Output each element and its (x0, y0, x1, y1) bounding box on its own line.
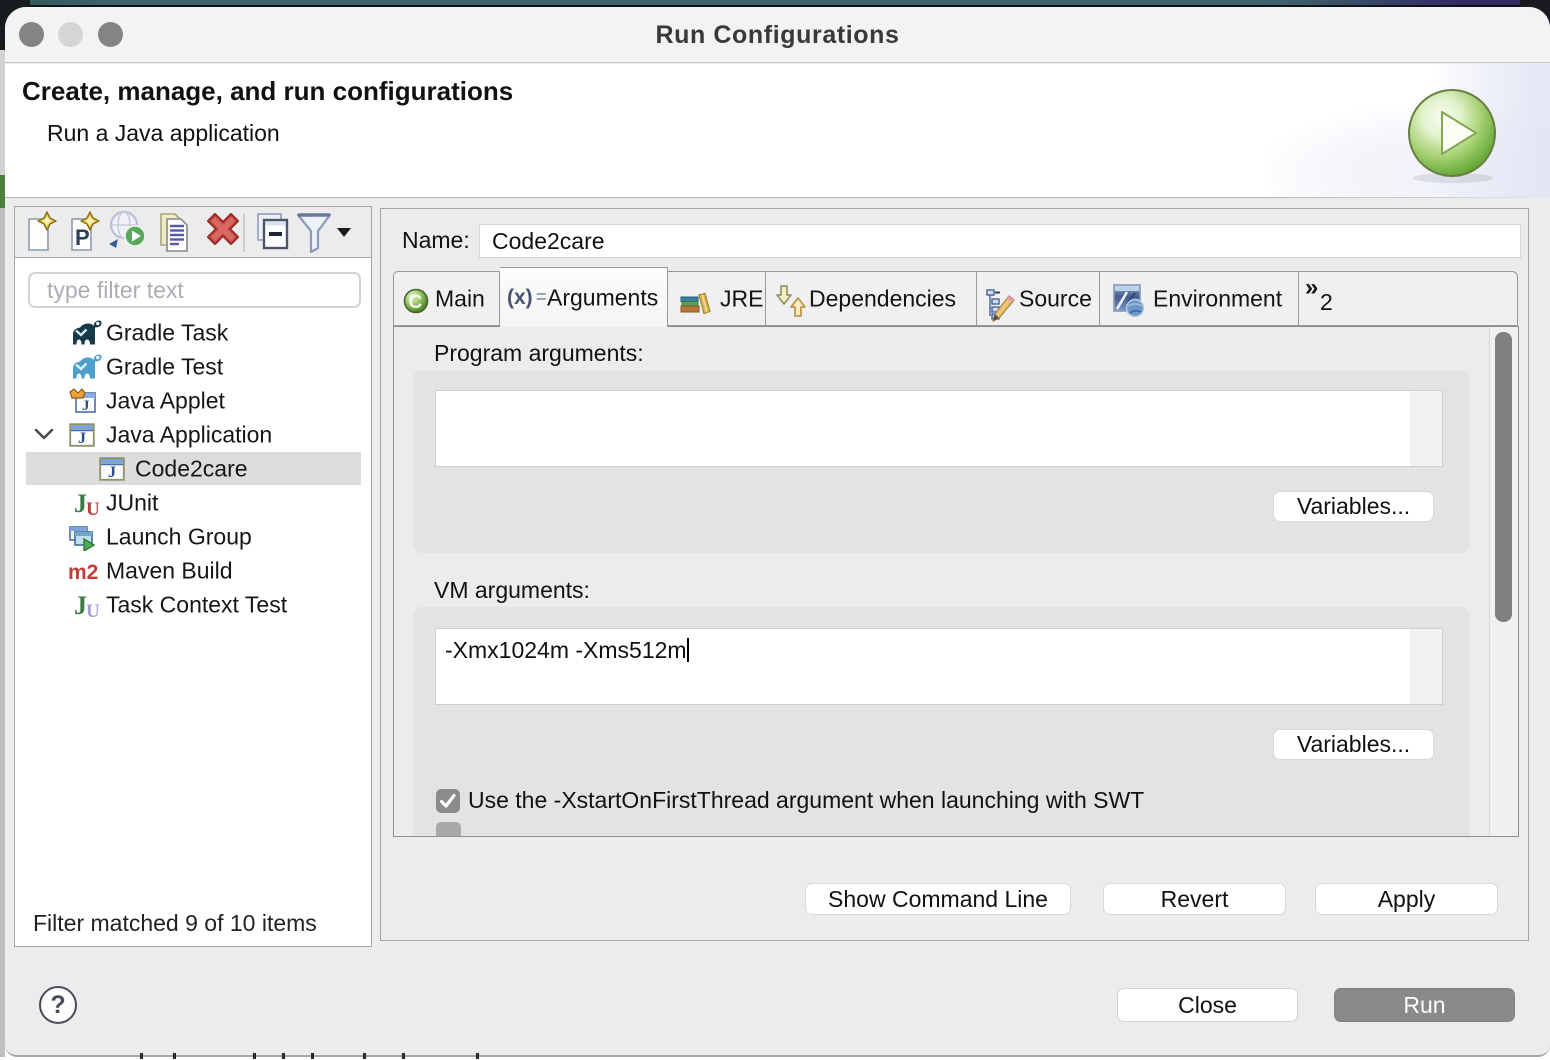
svg-text:J: J (78, 430, 86, 447)
svg-text:m2: m2 (68, 561, 98, 584)
svg-text:J: J (108, 464, 116, 481)
svg-text:=: = (536, 287, 547, 307)
svg-text:(x): (x) (507, 286, 533, 309)
svg-text:J: J (82, 398, 90, 414)
svg-text:C: C (409, 292, 423, 313)
svg-text:U: U (86, 601, 100, 619)
svg-text:U: U (86, 499, 100, 517)
svg-text:P: P (75, 225, 90, 250)
